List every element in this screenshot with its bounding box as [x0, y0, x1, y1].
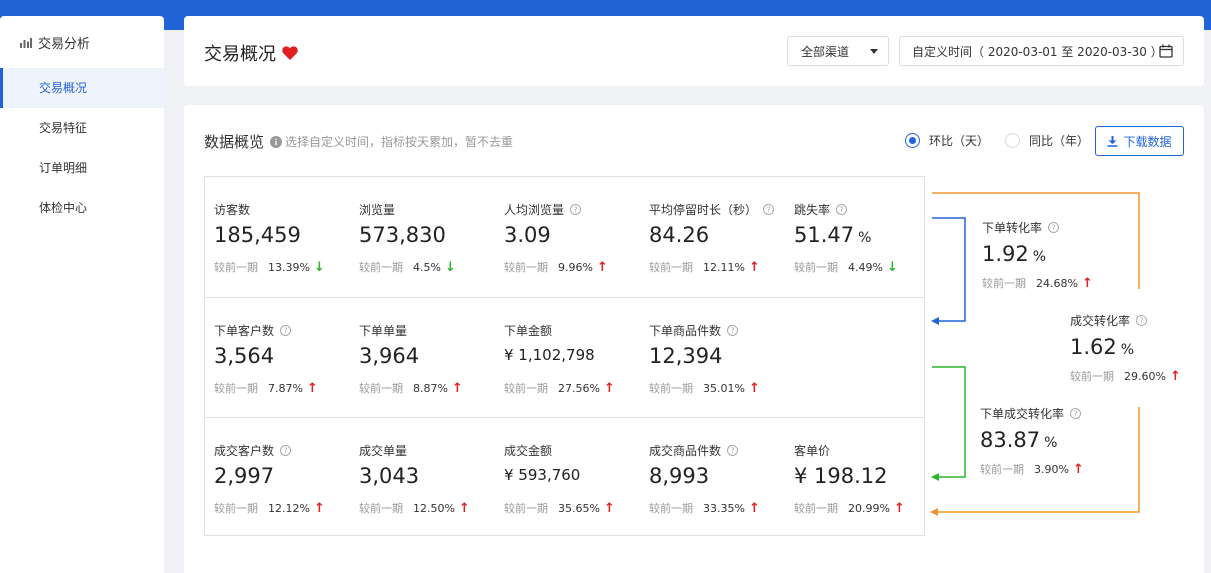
metric-compare: 较前一期 24.68% ↑: [982, 275, 1093, 291]
sidebar: 交易分析 交易概况 交易特征 订单明细 体检中心: [0, 16, 164, 573]
arrow-up-icon: ↑: [1072, 461, 1084, 477]
svg-text:?: ?: [1073, 409, 1077, 418]
metric-value-number: 1.92: [982, 242, 1029, 266]
bar-chart-icon: [20, 38, 32, 48]
compare-label: 较前一期: [982, 277, 1026, 290]
arrow-up-icon: ↑: [1169, 368, 1181, 384]
conversion-metric: 下单转化率? 1.92% 较前一期 24.68% ↑: [982, 219, 1093, 291]
sidebar-header[interactable]: 交易分析: [0, 16, 164, 68]
help-icon[interactable]: ?: [1136, 315, 1148, 326]
channel-select-value: 全部渠道: [801, 44, 850, 59]
compare-label: 较前一期: [980, 463, 1024, 476]
arrow-up-icon: ↑: [1081, 275, 1093, 291]
sidebar-item-overview[interactable]: 交易概况: [0, 68, 164, 108]
arrow-left-icon: [931, 317, 939, 325]
flow-line-blue: [932, 217, 966, 322]
date-range-picker[interactable]: 自定义时间（ 2020-03-01 至 2020-03-30 ）: [899, 36, 1184, 66]
metric-value-number: 83.87: [980, 428, 1041, 452]
channel-select[interactable]: 全部渠道: [787, 36, 889, 66]
sidebar-item-features[interactable]: 交易特征: [0, 108, 164, 148]
metric-value: 1.62%: [1070, 335, 1181, 359]
metric-label-text: 下单成交转化率: [980, 407, 1065, 421]
overview-card: 数据概览 选择自定义时间，指标按天累加，暂不去重 环比（天） 同比（年） 下载数…: [184, 105, 1204, 573]
compare-rate: 24.68%: [1036, 276, 1078, 290]
date-range-value: 自定义时间（ 2020-03-01 至 2020-03-30 ）: [912, 44, 1163, 59]
help-icon[interactable]: ?: [1070, 408, 1082, 419]
heart-icon: [282, 46, 298, 60]
metric-unit: %: [1044, 435, 1058, 451]
svg-text:?: ?: [1139, 316, 1143, 325]
metric-value: 1.92%: [982, 242, 1093, 266]
conversion-flow-arrows: [930, 192, 1140, 516]
compare-rate: 3.90%: [1034, 462, 1069, 476]
conversion-metric: 下单成交转化率? 83.87% 较前一期 3.90% ↑: [980, 405, 1084, 477]
metric-unit: %: [1120, 342, 1135, 358]
arrow-left-icon: [931, 473, 939, 481]
metric-label: 成交转化率?: [1070, 312, 1181, 329]
metric-unit: %: [1032, 249, 1047, 265]
arrow-left-icon: [930, 508, 938, 516]
caret-down-icon: [870, 49, 878, 54]
flow-line-green: [932, 366, 966, 478]
sidebar-item-orders[interactable]: 订单明细: [0, 148, 164, 188]
metric-value: 83.87%: [980, 428, 1084, 452]
help-icon[interactable]: ?: [1048, 222, 1060, 233]
metric-compare: 较前一期 29.60% ↑: [1070, 368, 1181, 384]
metric-label-text: 下单转化率: [982, 221, 1043, 235]
metric-label: 下单转化率?: [982, 219, 1093, 236]
metric-value-number: 1.62: [1070, 335, 1117, 359]
compare-label: 较前一期: [1070, 370, 1114, 383]
metric-compare: 较前一期 3.90% ↑: [980, 461, 1084, 477]
page-title: 交易概况: [204, 40, 298, 66]
metric-label-text: 成交转化率: [1070, 314, 1131, 328]
sidebar-item-checkup[interactable]: 体检中心: [0, 188, 164, 228]
calendar-icon: [1159, 44, 1173, 58]
compare-rate: 29.60%: [1124, 369, 1166, 383]
header-card: 交易概况 全部渠道 自定义时间（ 2020-03-01 至 2020-03-30…: [184, 16, 1204, 86]
svg-text:?: ?: [1051, 223, 1055, 232]
page-title-text: 交易概况: [204, 44, 276, 65]
sidebar-header-label: 交易分析: [38, 36, 91, 52]
conversion-metric: 成交转化率? 1.62% 较前一期 29.60% ↑: [1070, 312, 1181, 384]
metric-label: 下单成交转化率?: [980, 405, 1084, 422]
